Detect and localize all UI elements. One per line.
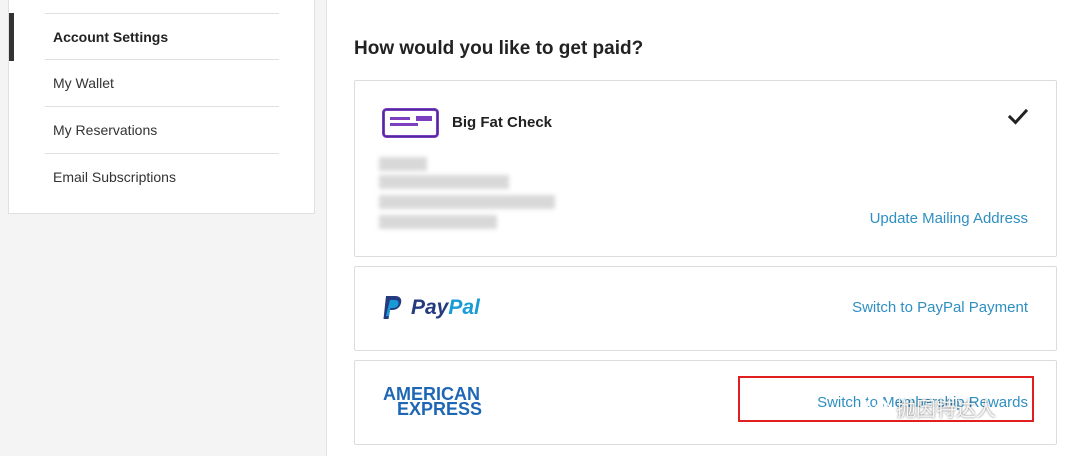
paypal-p-icon	[383, 296, 402, 319]
check-option-title: Big Fat Check	[452, 114, 553, 131]
sidebar-item-account-settings[interactable]: Account Settings	[45, 13, 279, 60]
account-sidebar: Account Settings My Wallet My Reservatio…	[8, 0, 315, 214]
left-column: Account Settings My Wallet My Reservatio…	[0, 0, 327, 456]
wechat-watermark-icon	[866, 396, 892, 418]
sidebar-item-email-subscriptions[interactable]: Email Subscriptions	[45, 154, 279, 201]
payment-option-check[interactable]: Big Fat Check Update Mailing Address	[354, 80, 1057, 257]
amex-logo-line2: EXPRESS	[397, 399, 483, 419]
watermark-text: 抛因特达人	[896, 397, 996, 421]
paypal-logo-pay: Pay	[411, 296, 449, 319]
american-express-logo: AMERICAN EXPRESS	[383, 385, 483, 419]
check-icon	[382, 108, 439, 138]
blurred-mailing-address	[379, 155, 559, 237]
selected-checkmark-icon	[1007, 107, 1029, 127]
page-title: How would you like to get paid?	[354, 38, 644, 59]
update-mailing-address-link[interactable]: Update Mailing Address	[870, 210, 1028, 227]
switch-to-paypal-link[interactable]: Switch to PayPal Payment	[852, 299, 1028, 316]
payment-option-paypal[interactable]: PayPal Switch to PayPal Payment	[354, 266, 1057, 351]
paypal-logo-pal: Pal	[448, 296, 480, 319]
active-indicator	[9, 13, 14, 61]
sidebar-item-my-wallet[interactable]: My Wallet	[45, 60, 279, 107]
sidebar-item-my-reservations[interactable]: My Reservations	[45, 107, 279, 154]
paypal-logo: PayPal	[382, 295, 492, 323]
